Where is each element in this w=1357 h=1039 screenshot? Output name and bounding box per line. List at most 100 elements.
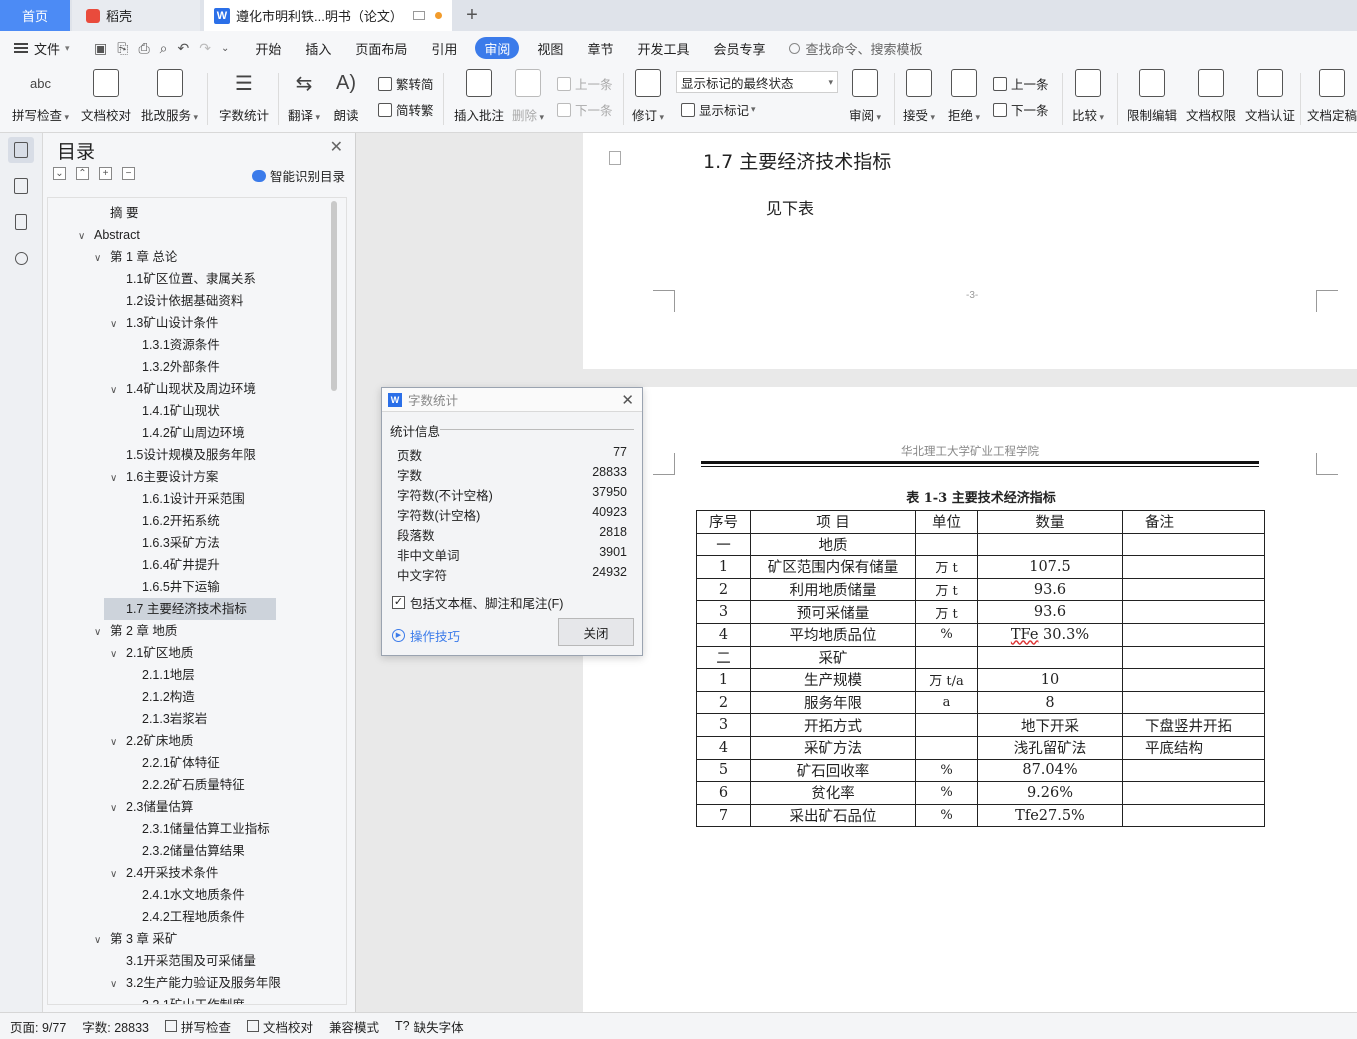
toc-item[interactable]: ∨ 2.3储量估算 (110, 796, 193, 818)
toc-item[interactable]: 2.3.1储量估算工业指标 (126, 818, 270, 840)
review-pane-button[interactable]: 审阅 (849, 69, 881, 124)
print-icon[interactable]: ⎙ (138, 40, 149, 57)
track-changes-button[interactable]: 修订 (632, 69, 664, 124)
translate-button[interactable]: ⇆ 翻译 (288, 69, 320, 124)
menu-page-layout[interactable]: 页面布局 (343, 37, 419, 59)
next-change-button[interactable]: 下一条 (993, 100, 1049, 119)
toc-item[interactable]: 3.2.1矿山工作制度 (126, 994, 245, 1004)
prev-comment-button[interactable]: 上一条 (557, 74, 613, 93)
simp-to-trad-button[interactable]: 简转繁 (378, 100, 434, 119)
page-indicator[interactable]: 页面: 9/77 (10, 1017, 66, 1036)
toc-item[interactable]: 1.4.1矿山现状 (126, 400, 220, 422)
new-tab-button[interactable]: + (460, 0, 484, 31)
toc-item[interactable]: 2.4.1水文地质条件 (126, 884, 245, 906)
toc-item[interactable]: 1.1矿区位置、隶属关系 (110, 268, 256, 290)
toc-item[interactable]: ∨ 1.3矿山设计条件 (110, 312, 218, 334)
insert-comment-button[interactable]: 插入批注 (454, 69, 504, 124)
print-preview-icon[interactable]: ⌕ (160, 40, 168, 57)
toc-item[interactable]: 1.3.1资源条件 (126, 334, 220, 356)
doc-permission-button[interactable]: 文档权限 (1186, 69, 1236, 124)
toc-item[interactable]: 1.3.2外部条件 (126, 356, 220, 378)
window-mode-icon[interactable] (413, 11, 425, 20)
toc-item[interactable]: 1.6.5井下运输 (126, 576, 220, 598)
menu-member[interactable]: 会员专享 (701, 37, 777, 59)
compare-button[interactable]: 比较 (1072, 69, 1104, 124)
menu-references[interactable]: 引用 (419, 37, 469, 59)
chevron-down-icon[interactable]: ∨ (110, 314, 126, 336)
toc-item[interactable]: ∨ 1.4矿山现状及周边环境 (110, 378, 256, 400)
spell-check-status[interactable]: 拼写检查 (165, 1017, 231, 1036)
show-markup-button[interactable]: 显示标记 ▾ (681, 100, 756, 119)
accept-button[interactable]: 接受 (903, 69, 935, 124)
doc-proof-button[interactable]: 文档校对 (81, 69, 131, 124)
toc-item[interactable]: 摘 要 (94, 202, 138, 224)
chevron-down-icon[interactable]: ∨ (94, 622, 110, 644)
chevron-down-icon[interactable]: ∨ (78, 226, 94, 248)
command-search[interactable]: 查找命令、搜索模板 (789, 39, 923, 58)
toc-item[interactable]: 1.4.2矿山周边环境 (126, 422, 245, 444)
undo-icon[interactable]: ↶ (177, 40, 189, 57)
format-painter-icon[interactable]: ⎘ (117, 40, 128, 57)
chapter-nav-button[interactable] (8, 173, 34, 199)
menu-view[interactable]: 视图 (525, 37, 575, 59)
spell-check-button[interactable]: abc 拼写检查 (12, 69, 69, 124)
toc-item[interactable]: 1.6.1设计开采范围 (126, 488, 245, 510)
economic-indicators-table[interactable]: 序号项 目单位 数量 备注一地质 1 矿区范围内保有储量万 t 107.5 2 利用地质储量万… (696, 510, 1265, 828)
next-comment-button[interactable]: 下一条 (557, 100, 613, 119)
menu-review[interactable]: 审阅 (475, 37, 520, 59)
bookmark-button[interactable] (8, 209, 34, 235)
toc-item[interactable]: 3.1开采范围及可采储量 (110, 950, 256, 972)
reject-button[interactable]: 拒绝 (948, 69, 980, 124)
page-doc-icon[interactable] (609, 151, 621, 165)
word-count-indicator[interactable]: 字数: 28833 (82, 1017, 149, 1036)
toc-item[interactable]: 2.4.2工程地质条件 (126, 906, 245, 928)
word-count-button[interactable]: ☰ 字数统计 (219, 69, 269, 124)
dialog-titlebar[interactable]: W 字数统计 (382, 388, 642, 412)
tab-home[interactable]: 首页 (0, 0, 70, 31)
toc-item[interactable]: 1.7 主要经济技术指标 (104, 598, 276, 620)
collapse-down-icon[interactable]: ⌄ (53, 167, 66, 180)
toc-item[interactable]: 1.5设计规模及服务年限 (110, 444, 256, 466)
toc-item[interactable]: ∨ 第 1 章 总论 (94, 246, 177, 268)
trad-to-simp-button[interactable]: 繁转简 (378, 74, 434, 93)
missing-fonts-status[interactable]: T? 缺失字体 (395, 1017, 464, 1036)
chevron-down-icon[interactable]: ∨ (94, 930, 110, 952)
chevron-down-icon[interactable]: ∨ (110, 732, 126, 754)
review-service-button[interactable]: 批改服务 (141, 69, 198, 124)
menu-section[interactable]: 章节 (575, 37, 625, 59)
chevron-down-icon[interactable]: ∨ (110, 864, 126, 886)
save-icon[interactable]: ▣ (94, 40, 107, 57)
customize-chevron-icon[interactable]: ⌄ (221, 43, 229, 54)
chevron-down-icon[interactable]: ∨ (110, 798, 126, 820)
document-page[interactable]: 华北理工大学矿业工程学院 表 1-3 主要技术经济指标 序号项 目单位 数量 备注一… (583, 387, 1357, 1012)
toc-item[interactable]: 2.2.2矿石质量特征 (126, 774, 245, 796)
doc-finalize-button[interactable]: 文档定稿 (1307, 69, 1357, 124)
toc-item[interactable]: ∨ 1.6主要设计方案 (110, 466, 218, 488)
menu-developer[interactable]: 开发工具 (625, 37, 701, 59)
menu-insert[interactable]: 插入 (293, 37, 343, 59)
close-icon[interactable]: ✕ (330, 137, 343, 157)
doc-proof-status[interactable]: 文档校对 (247, 1017, 313, 1036)
toc-item[interactable]: ∨ 2.1矿区地质 (110, 642, 193, 664)
chevron-down-icon[interactable]: ∨ (110, 974, 126, 996)
toc-item[interactable]: ∨ 3.2生产能力验证及服务年限 (110, 972, 281, 994)
tab-docer[interactable]: 稻壳 (72, 0, 200, 31)
include-textbox-checkbox[interactable]: ✓ 包括文本框、脚注和尾注(F) (392, 593, 563, 612)
chevron-down-icon[interactable]: ∨ (110, 468, 126, 490)
read-aloud-button[interactable]: A) 朗读 (333, 69, 359, 124)
close-button[interactable]: 关闭 (558, 618, 634, 646)
toc-item[interactable]: 2.1.1地层 (126, 664, 195, 686)
tips-link[interactable]: ▶ 操作技巧 (392, 626, 460, 645)
toc-item[interactable]: 2.1.3岩浆岩 (126, 708, 207, 730)
compat-mode-status[interactable]: 兼容模式 (329, 1017, 379, 1036)
file-menu-button[interactable]: 文件 ▾ (0, 39, 86, 58)
chevron-down-icon[interactable]: ∨ (94, 248, 110, 270)
prev-change-button[interactable]: 上一条 (993, 74, 1049, 93)
toc-panel-button[interactable] (8, 137, 34, 163)
tab-document[interactable]: W 遵化市明利铁...明书（论文） (204, 0, 452, 31)
markup-state-select[interactable]: 显示标记的最终状态 (676, 71, 838, 93)
menu-start[interactable]: 开始 (243, 37, 293, 59)
toc-item[interactable]: ∨ 第 3 章 采矿 (94, 928, 177, 950)
toc-item[interactable]: ∨ 第 2 章 地质 (94, 620, 177, 642)
toc-item[interactable]: 1.6.4矿井提升 (126, 554, 220, 576)
